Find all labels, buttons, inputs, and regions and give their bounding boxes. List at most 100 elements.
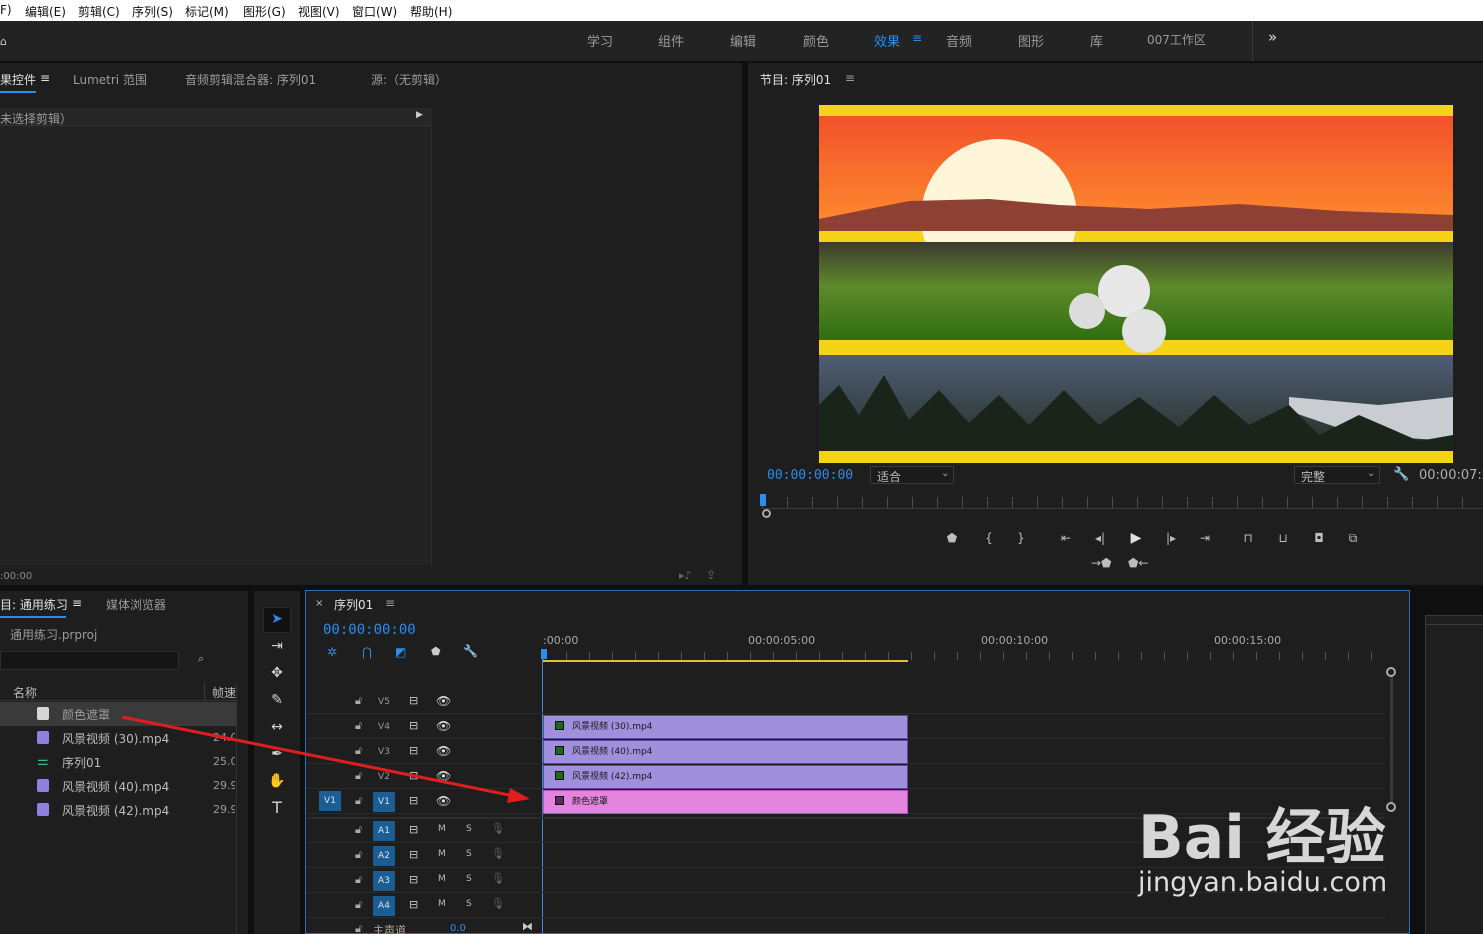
microphone-icon[interactable]: 🎙︎	[491, 822, 505, 835]
camera-icon[interactable]: ◘	[1311, 530, 1327, 546]
lock-icon[interactable]: 🔓︎	[355, 922, 362, 934]
column-name[interactable]: 名称	[13, 684, 37, 701]
sync-lock-icon[interactable]: ⊟	[409, 769, 418, 782]
program-timecode[interactable]: 00:00:00:00	[767, 468, 853, 483]
lock-icon[interactable]: 🔓︎	[355, 873, 362, 887]
workspace-custom[interactable]: 007工作区	[1147, 31, 1206, 48]
tab-sequence[interactable]: 序列01	[334, 596, 373, 613]
tab-effect-controls[interactable]: 果控件	[0, 71, 36, 88]
wrench-icon[interactable]: 🔧	[1393, 467, 1409, 482]
master-volume-value[interactable]: 0.0	[450, 923, 466, 934]
razor-tool-icon[interactable]: ✎	[264, 688, 290, 712]
fit-dropdown[interactable]: 适合 ⌄	[870, 466, 954, 484]
close-icon[interactable]: ×	[315, 598, 323, 609]
workspace-menu-icon[interactable]: ≡	[912, 31, 922, 45]
menu-clip[interactable]: 剪辑(C)	[78, 3, 120, 20]
mute-button[interactable]: M	[438, 899, 446, 909]
workspace-libraries[interactable]: 库	[1090, 31, 1103, 50]
project-item-video-40[interactable]: 风景视频 (40).mp4 29.97	[0, 774, 236, 798]
menu-marker[interactable]: 标记(M)	[185, 3, 229, 20]
go-to-end-icon[interactable]: ⧓	[522, 920, 533, 933]
pen-tool-icon[interactable]: ✒	[264, 742, 290, 766]
sync-lock-icon[interactable]: ⊟	[409, 823, 418, 836]
lock-icon[interactable]: 🔓︎	[355, 694, 362, 708]
menu-file[interactable]: F)	[0, 3, 12, 17]
workspace-effects[interactable]: 效果	[874, 31, 900, 50]
mark-out-icon[interactable]: }	[1013, 530, 1029, 546]
timeline-playhead[interactable]	[541, 649, 547, 659]
eye-icon[interactable]: 👁︎	[436, 794, 451, 808]
project-item-sequence[interactable]: ⚌ 序列01 25.00	[0, 750, 236, 774]
sync-lock-icon[interactable]: ⊟	[409, 744, 418, 757]
timeline-ruler[interactable]	[543, 652, 1383, 660]
tab-media-browser[interactable]: 媒体浏览器	[106, 596, 166, 613]
selection-tool-icon[interactable]: ➤	[264, 607, 290, 631]
hand-tool-icon[interactable]: ✋	[264, 769, 290, 793]
eye-icon[interactable]: 👁︎	[436, 694, 451, 708]
go-to-out-icon[interactable]: ⇥	[1197, 530, 1213, 546]
sync-lock-icon[interactable]: ⊟	[409, 873, 418, 886]
lock-icon[interactable]: 🔓︎	[355, 744, 362, 758]
workspace-editing[interactable]: 编辑	[730, 31, 756, 50]
play-audio-icon[interactable]: ▸♪	[679, 569, 692, 582]
project-item-color-matte[interactable]: 颜色遮罩	[0, 702, 236, 726]
workspace-overflow-icon[interactable]: »	[1268, 28, 1277, 46]
workspace-graphics[interactable]: 图形	[1018, 31, 1044, 50]
lock-icon[interactable]: 🔓︎	[355, 823, 362, 837]
export-icon[interactable]: ⇪	[706, 568, 716, 582]
scroll-handle-top[interactable]	[1386, 667, 1396, 677]
track-label-a2[interactable]: A2	[373, 846, 395, 866]
ripple-edit-tool-icon[interactable]: ✥	[264, 661, 290, 685]
tab-lumetri-scopes[interactable]: Lumetri 范围	[73, 71, 147, 88]
zoom-handle[interactable]	[762, 509, 771, 518]
sync-lock-icon[interactable]: ⊟	[409, 719, 418, 732]
workspace-learn[interactable]: 学习	[587, 31, 613, 50]
menu-window[interactable]: 窗口(W)	[352, 3, 397, 20]
nest-icon[interactable]: ✲	[327, 645, 337, 659]
timeline-settings-icon[interactable]: 🔧	[463, 644, 478, 658]
add-marker-icon[interactable]: ⬟	[944, 530, 960, 546]
new-bin-icon[interactable]: ⌕	[198, 652, 204, 666]
scroll-handle-bottom[interactable]	[1386, 802, 1396, 812]
eye-icon[interactable]: 👁︎	[436, 719, 451, 733]
eye-icon[interactable]: 👁︎	[436, 744, 451, 758]
track-label-a3[interactable]: A3	[373, 871, 395, 891]
timeline-menu-icon[interactable]: ≡	[385, 596, 395, 610]
project-menu-icon[interactable]: ≡	[72, 596, 82, 610]
clip-video-30[interactable]: 风景视频 (30).mp4	[543, 715, 908, 739]
play-icon[interactable]: ▶	[1128, 530, 1144, 546]
clip-video-40[interactable]: 风景视频 (40).mp4	[543, 740, 908, 764]
insert-icon[interactable]: →⬟	[1091, 555, 1111, 571]
snap-magnet-icon[interactable]: ⋂	[362, 645, 372, 659]
lift-icon[interactable]: ⊓	[1240, 530, 1256, 546]
lock-icon[interactable]: 🔓︎	[355, 848, 362, 862]
menu-view[interactable]: 视图(V)	[298, 3, 340, 20]
track-label-a1[interactable]: A1	[373, 821, 395, 841]
source-patch-v1[interactable]: V1	[319, 791, 341, 811]
tab-audio-clip-mixer[interactable]: 音频剪辑混合器: 序列01	[185, 71, 316, 88]
track-label-v1[interactable]: V1	[373, 792, 395, 812]
solo-button[interactable]: S	[466, 849, 472, 859]
add-marker-icon[interactable]: ⬟	[431, 645, 441, 658]
work-area-bar[interactable]	[543, 660, 908, 662]
workspace-audio[interactable]: 音频	[946, 31, 972, 50]
solo-button[interactable]: S	[466, 824, 472, 834]
tab-project[interactable]: 目: 通用练习	[0, 596, 68, 613]
track-label-v2[interactable]: V2	[373, 767, 395, 787]
eye-icon[interactable]: 👁︎	[436, 769, 451, 783]
sync-lock-icon[interactable]: ⊟	[409, 794, 418, 807]
step-forward-icon[interactable]: |▸	[1163, 530, 1179, 546]
workspace-assembly[interactable]: 组件	[658, 31, 684, 50]
microphone-icon[interactable]: 🎙︎	[491, 897, 505, 910]
solo-button[interactable]: S	[466, 899, 472, 909]
menu-edit[interactable]: 编辑(E)	[25, 3, 66, 20]
overwrite-icon[interactable]: ⬟←	[1128, 555, 1148, 571]
program-title[interactable]: 节目: 序列01	[760, 71, 831, 88]
panel-menu-icon[interactable]: ≡	[40, 71, 50, 85]
menu-graphics[interactable]: 图形(G)	[243, 3, 286, 20]
slip-tool-icon[interactable]: ↔	[264, 715, 290, 739]
workspace-color[interactable]: 颜色	[803, 31, 829, 50]
menu-help[interactable]: 帮助(H)	[410, 3, 452, 20]
program-playhead[interactable]	[760, 494, 766, 506]
lock-icon[interactable]: 🔓︎	[355, 719, 362, 733]
